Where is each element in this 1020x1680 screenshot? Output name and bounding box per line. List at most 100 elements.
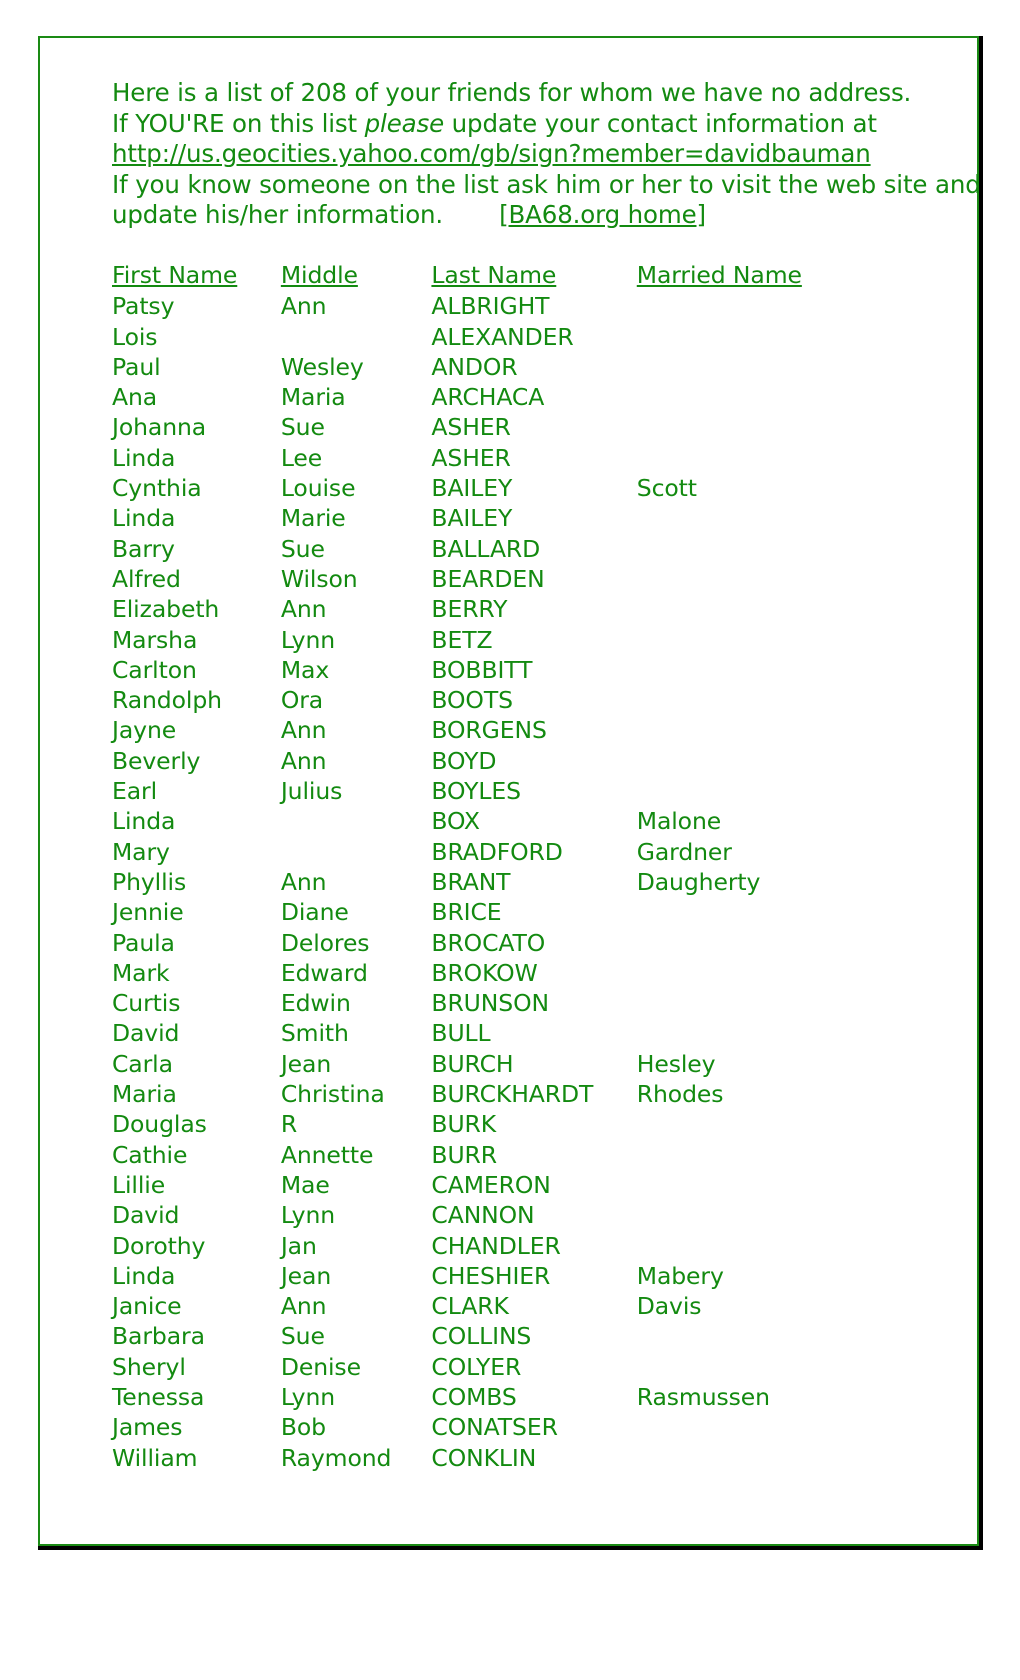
cell-first-name: Earl [112,777,158,806]
table-row[interactable]: Johanna Sue ASHER [112,412,922,442]
column-header-first-name[interactable]: First Name [112,260,281,291]
cell-married-name [637,958,922,988]
cell-first-name: Linda [112,807,176,836]
table-row[interactable]: Curtis Edwin BRUNSON [112,988,922,1018]
table-row[interactable]: David Lynn CANNON [112,1200,922,1230]
table-row[interactable]: Barry Sue BALLARD [112,534,922,564]
cell-first-name: Carla [112,1049,173,1078]
cell-middle-name: Mae [280,1170,330,1199]
table-row[interactable]: Carlton Max BOBBITT [112,655,922,685]
cell-first-name: Jennie [112,898,184,927]
table-row[interactable]: Linda Lee ASHER [112,443,922,473]
table-row[interactable]: Phyllis Ann BRANT Daugherty [112,867,922,897]
cell-last-name: COLYER [431,1352,522,1381]
cell-married-name [637,776,922,806]
cell-middle-name: Julius [280,777,343,806]
cell-last-name: COLLINS [431,1322,532,1351]
column-header-middle[interactable]: Middle [281,260,432,291]
ba68-home-link[interactable]: [BA68.org home] [499,200,706,229]
table-row[interactable]: Linda Jean CHESHIER Mabery [112,1261,922,1291]
column-header-last-name[interactable]: Last Name [431,260,636,291]
cell-last-name: BRICE [431,898,502,927]
cell-middle-name: Lynn [280,625,336,654]
table-row[interactable]: Janice Ann CLARK Davis [112,1291,922,1321]
intro-line-1: Here is a list of 208 of your friends fo… [112,78,912,107]
intro-block: Here is a list of 208 of your friends fo… [112,78,981,231]
table-row[interactable]: Beverly Ann BOYD [112,746,922,776]
column-header-married-name[interactable]: Married Name [637,260,922,291]
table-row[interactable]: Mark Edward BROKOW [112,958,922,988]
cell-married-name [637,1200,922,1230]
table-row[interactable]: Marsha Lynn BETZ [112,625,922,655]
table-row[interactable]: Cynthia Louise BAILEY Scott [112,473,922,503]
cell-first-name: Barbara [112,1322,205,1351]
table-row[interactable]: Jayne Ann BORGENS [112,715,922,745]
cell-first-name: Mark [112,958,170,987]
cell-first-name: Phyllis [112,867,187,896]
cell-last-name: ALBRIGHT [431,292,550,321]
cell-middle-name: Edward [280,958,368,987]
signup-link[interactable]: http://us.geocities.yahoo.com/gb/sign?me… [112,139,871,168]
table-row[interactable]: Lillie Mae CAMERON [112,1170,922,1200]
table-row[interactable]: Dorothy Jan CHANDLER [112,1231,922,1261]
cell-middle-name: Ann [280,867,327,896]
table-row[interactable]: Ana Maria ARCHACA [112,382,922,412]
cell-married-name: Davis [636,1292,702,1321]
cell-first-name: David [112,1201,180,1230]
table-row[interactable]: Jennie Diane BRICE [112,897,922,927]
table-row[interactable]: Maria Christina BURCKHARDT Rhodes [112,1079,922,1109]
cell-middle-name: Jan [280,1231,317,1260]
cell-last-name: BRUNSON [431,989,549,1018]
cell-last-name: CHESHIER [431,1261,551,1290]
cell-married-name [637,1443,922,1473]
cell-middle-name: Sue [280,534,325,563]
intro-line-2-after: update your contact information at [444,108,877,138]
cell-middle-name [281,322,432,352]
cell-middle-name: Edwin [280,989,351,1018]
cell-last-name: BERRY [431,595,508,624]
intro-line-4: If you know someone on the list ask him … [112,169,981,199]
cell-last-name: BURCKHARDT [431,1080,594,1109]
cell-first-name: Dorothy [112,1231,206,1260]
table-row[interactable]: James Bob CONATSER [112,1412,922,1442]
cell-last-name: BROCATO [431,928,546,957]
cell-married-name [637,1321,922,1351]
cell-first-name: Mary [112,837,170,866]
table-row[interactable]: William Raymond CONKLIN [112,1443,922,1473]
cell-married-name [637,1140,922,1170]
cell-first-name: Linda [112,1261,176,1290]
cell-first-name: Barry [112,534,175,563]
table-row[interactable]: Paul Wesley ANDOR [112,352,922,382]
table-row[interactable]: Barbara Sue COLLINS [112,1321,922,1351]
table-row[interactable]: Alfred Wilson BEARDEN [112,564,922,594]
cell-married-name [637,1231,922,1261]
table-row[interactable]: Sheryl Denise COLYER [112,1352,922,1382]
table-row[interactable]: Elizabeth Ann BERRY [112,594,922,624]
cell-first-name: Alfred [112,564,181,593]
cell-married-name: Scott [636,474,697,503]
table-row[interactable]: Lois ALEXANDER [112,322,922,352]
table-row[interactable]: Linda Marie BAILEY [112,503,922,533]
cell-last-name: CONATSER [431,1413,558,1442]
cell-married-name [637,503,922,533]
cell-first-name: Tenessa [112,1382,205,1411]
table-row[interactable]: Earl Julius BOYLES [112,776,922,806]
table-row[interactable]: Douglas R BURK [112,1109,922,1139]
table-row[interactable]: Cathie Annette BURR [112,1140,922,1170]
table-row[interactable]: David Smith BULL [112,1018,922,1048]
table-row[interactable]: Paula Delores BROCATO [112,928,922,958]
cell-first-name: Johanna [112,413,207,442]
table-row[interactable]: Linda BOX Malone [112,806,922,836]
table-row[interactable]: Mary BRADFORD Gardner [112,837,922,867]
cell-first-name: Douglas [112,1110,207,1139]
table-row[interactable]: Patsy Ann ALBRIGHT [112,291,922,321]
cell-middle-name: Sue [280,413,325,442]
table-row[interactable]: Carla Jean BURCH Hesley [112,1049,922,1079]
cell-middle-name: Louise [280,474,356,503]
cell-last-name: BROKOW [431,958,538,987]
cell-first-name: William [112,1443,198,1472]
cell-last-name: BOBBITT [431,655,533,684]
table-row[interactable]: Tenessa Lynn COMBS Rasmussen [112,1382,922,1412]
table-row[interactable]: Randolph Ora BOOTS [112,685,922,715]
cell-married-name [637,685,922,715]
